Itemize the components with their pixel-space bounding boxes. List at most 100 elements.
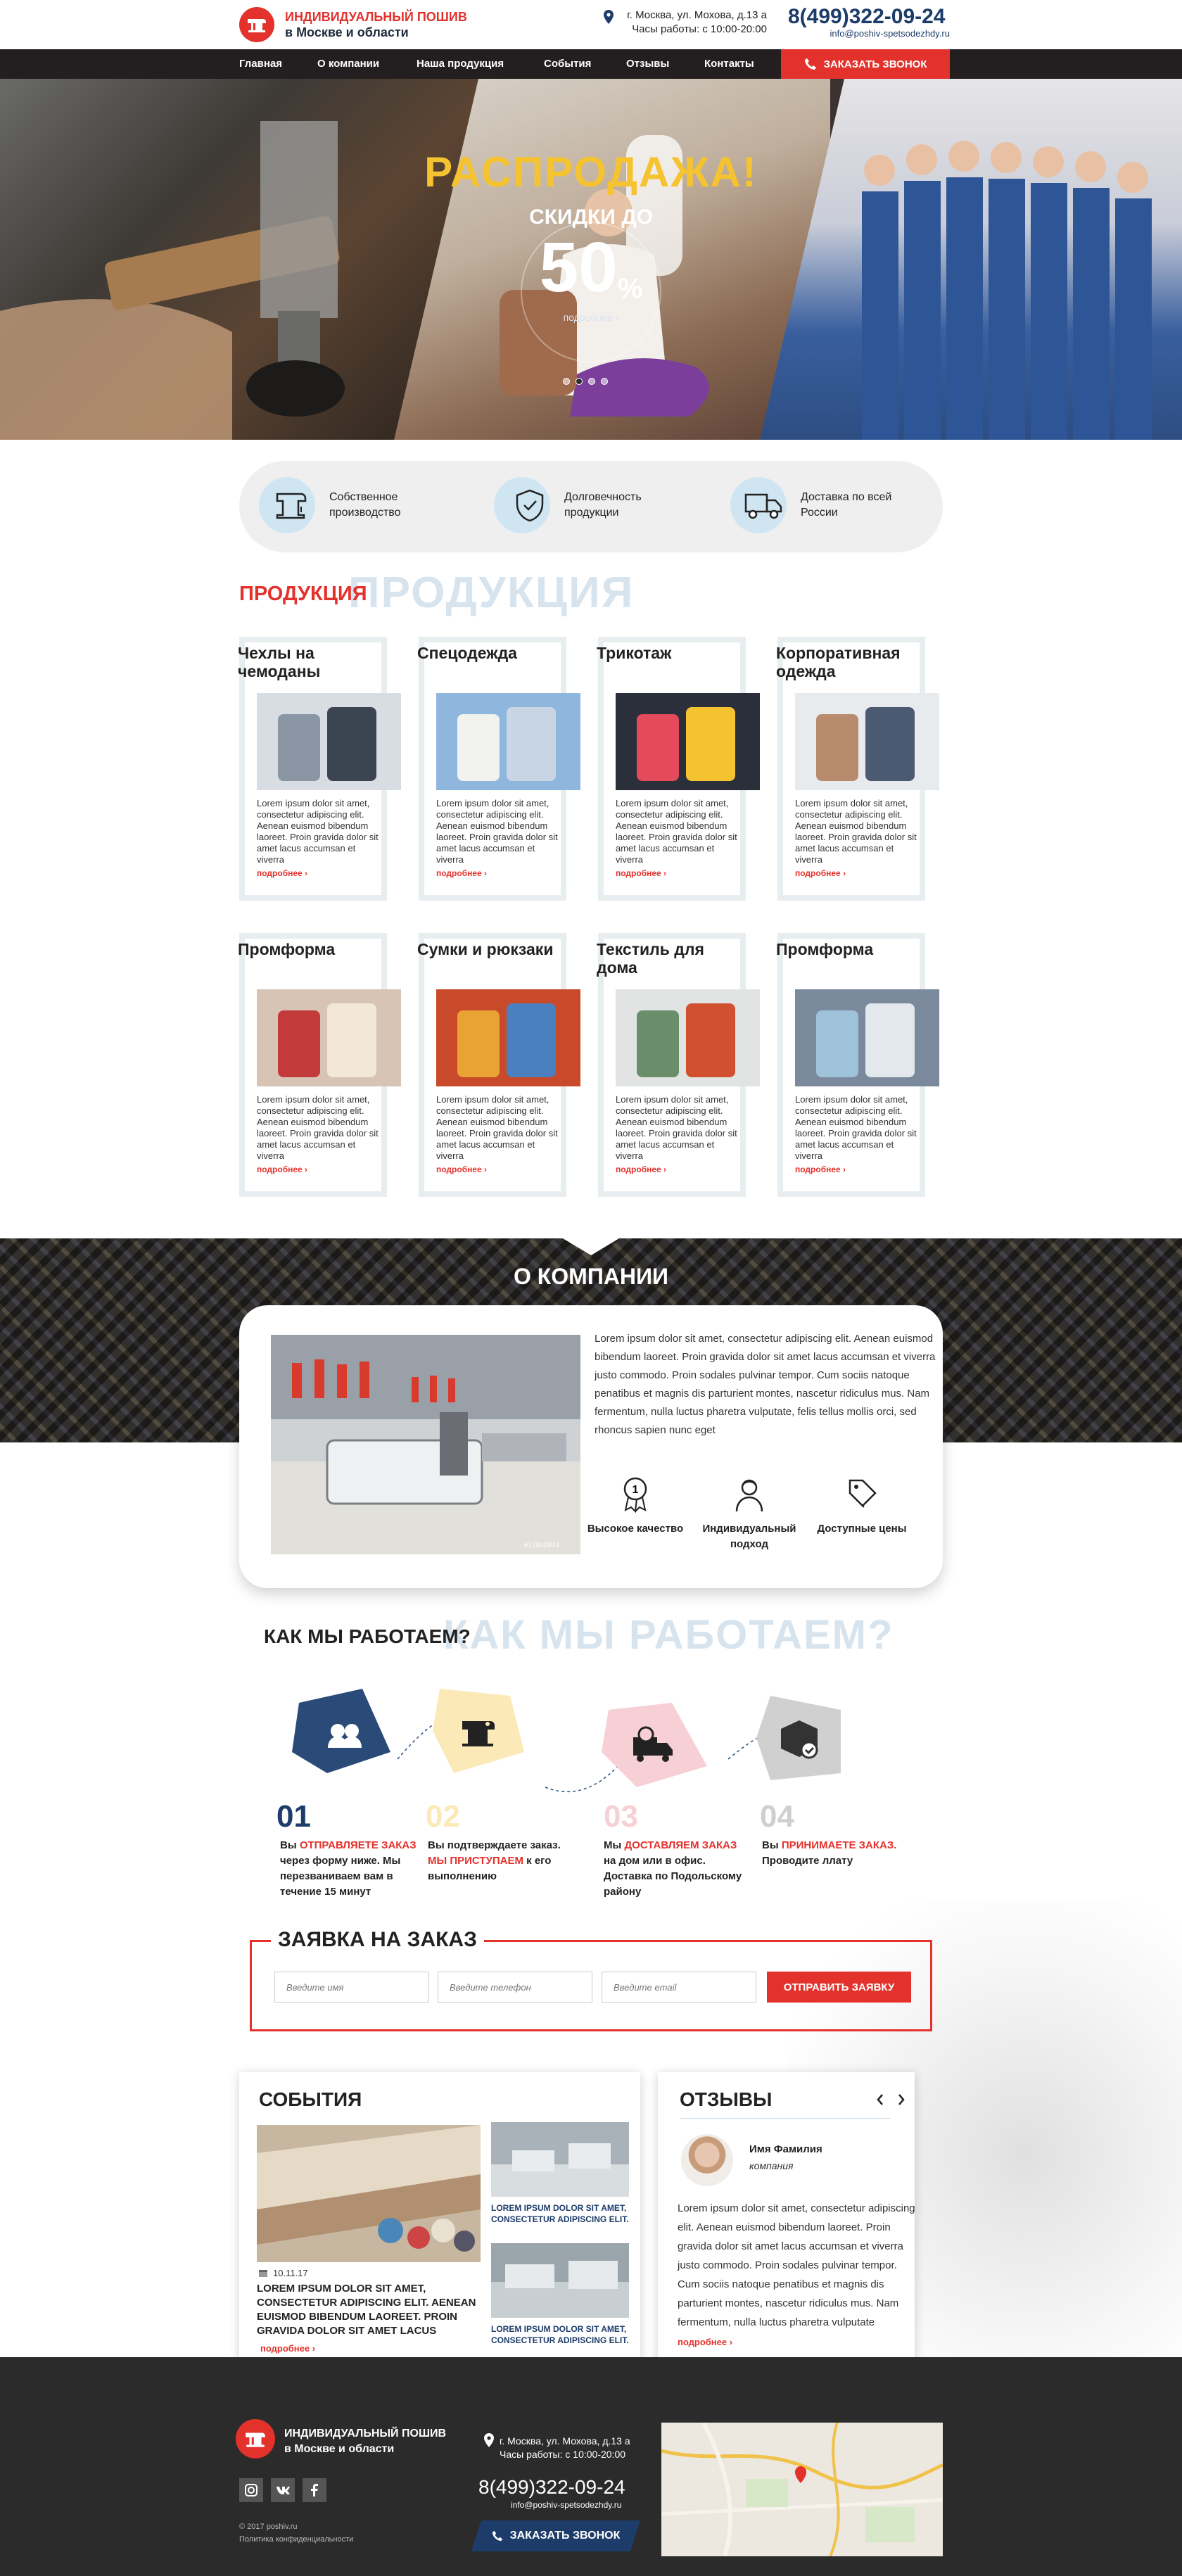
product-image[interactable] [795,989,939,1086]
slider-dot[interactable] [588,378,595,385]
product-card[interactable]: Спецодежда Lorem ipsum dolor sit amet, co… [417,637,580,904]
product-description: Lorem ipsum dolor sit amet, consectetur … [257,798,379,865]
product-title[interactable]: Текстиль для дома [597,940,748,977]
call-back-button[interactable]: ЗАКАЗАТЬ ЗВОНОК [781,49,950,79]
logo-text[interactable]: ИНДИВИДУАЛЬНЫЙ ПОШИВ в Москве и области [285,9,467,40]
medal-icon: 1 [623,1477,647,1513]
product-title[interactable]: Трикотаж [597,644,748,662]
product-image[interactable] [616,989,760,1086]
feature-text: Долговечность продукции [564,491,642,519]
product-card[interactable]: Сумки и рюкзаки Lorem ipsum dolor sit ame… [417,933,580,1200]
about-title: О КОМПАНИИ [513,1264,669,1289]
product-more-link[interactable]: подробнее › [795,1165,846,1174]
phone-input[interactable] [438,1972,592,2003]
header-email[interactable]: info@poshiv-spetsodezhdy.ru [788,28,951,39]
reviewer-name: Имя Фамилия [749,2143,822,2155]
slider-dot[interactable] [563,378,570,385]
email-input[interactable] [602,1972,756,2003]
privacy-policy-link[interactable]: Политика конфиденциальности [239,2535,353,2544]
nav-item-about[interactable]: О компании [317,49,379,79]
slider-dot[interactable] [601,378,608,385]
logo-sewing-machine-icon[interactable] [239,7,274,42]
footer-address: г. Москва, ул. Мохова, д.13 а [500,2435,630,2447]
features-bar: Собственное производство Долговечность п… [239,461,943,552]
map[interactable] [661,2423,943,2556]
product-description: Lorem ipsum dolor sit amet, consectetur … [436,1094,558,1161]
phone-icon [492,2530,503,2542]
product-card[interactable]: Корпоративная одежда Lorem ipsum dolor si… [776,637,939,904]
product-more-link[interactable]: подробнее › [795,868,846,878]
product-more-link[interactable]: подробнее › [257,1165,307,1174]
product-description: Lorem ipsum dolor sit amet, consectetur … [436,798,558,865]
main-nav: Главная О компании Наша продукция Событи… [0,49,1182,79]
product-more-link[interactable]: подробнее › [616,1165,666,1174]
hero-more-link[interactable]: подробнее › [0,312,1182,323]
call-back-label: ЗАКАЗАТЬ ЗВОНОК [823,58,927,70]
event-small-text[interactable]: LOREM IPSUM DOLOR SIT AMET, CONSECTETUR … [491,2202,632,2225]
event-image-small[interactable] [491,2243,629,2318]
header-address-block: г. Москва, ул. Мохова, д.13 а Часы работ… [619,8,767,37]
product-title[interactable]: Чехлы на чемоданы [238,644,389,680]
product-card[interactable]: Промформа Lorem ipsum dolor sit amet, con… [238,933,401,1200]
product-card[interactable]: Трикотаж Lorem ipsum dolor sit amet, cons… [597,637,760,904]
header-hours: Часы работы: с 10:00-20:00 [632,23,767,35]
nav-item-contacts[interactable]: Контакты [704,49,754,79]
nav-item-reviews[interactable]: Отзывы [626,49,669,79]
footer-logo-line1: ИНДИВИДУАЛЬНЫЙ ПОШИВ [284,2428,447,2439]
header-phone[interactable]: 8(499)322-09-24 [788,6,946,28]
event-more-link[interactable]: подробнее › [260,2343,315,2354]
product-description: Lorem ipsum dolor sit amet, consectetur … [616,798,737,865]
product-card[interactable]: Промформа Lorem ipsum dolor sit amet, con… [776,933,939,1200]
footer-phone[interactable]: 8(499)322-09-24 [478,2477,625,2498]
slider-dot-active[interactable] [576,378,583,385]
event-small-text[interactable]: LOREM IPSUM DOLOR SIT AMET, CONSECTETUR … [491,2323,632,2346]
reviews-divider [680,2118,891,2119]
review-text: Lorem ipsum dolor sit amet, consectetur … [678,2202,915,2328]
page: ИНДИВИДУАЛЬНЫЙ ПОШИВ в Москве и области … [0,0,1182,2576]
product-card[interactable]: Чехлы на чемоданы Lorem ipsum dolor sit a… [238,637,401,904]
step-number: 03 [604,1799,638,1834]
footer-logo-text[interactable]: ИНДИВИДУАЛЬНЫЙ ПОШИВ в Москве и области [284,2426,446,2457]
copyright: © 2017 poshiv.ru [239,2523,298,2531]
logo-line2: в Москве и области [285,25,409,39]
footer-call-back-button[interactable]: ЗАКАЗАТЬ ЗВОНОК [471,2520,640,2551]
product-card[interactable]: Текстиль для дома Lorem ipsum dolor sit a… [597,933,760,1200]
product-image[interactable] [257,989,401,1086]
product-image[interactable] [616,693,760,790]
product-title[interactable]: Промформа [776,940,927,958]
nav-item-home[interactable]: Главная [239,49,282,79]
product-image[interactable] [436,989,580,1086]
product-title[interactable]: Сумки и рюкзаки [417,940,568,958]
review-more-link[interactable]: подробнее › [678,2337,732,2347]
advantage-label: Высокое качество [587,1523,684,1535]
event-text[interactable]: LOREM IPSUM DOLOR SIT AMET, CONSECTETUR … [257,2282,482,2338]
product-image[interactable] [436,693,580,790]
vk-icon[interactable] [271,2478,295,2502]
chevron-right-icon[interactable] [897,2093,905,2106]
submit-order-button[interactable]: ОТПРАВИТЬ ЗАЯВКУ [767,1972,911,2003]
event-image-small[interactable] [491,2122,629,2197]
feature-text: Собственное производство [329,491,401,519]
nav-item-products[interactable]: Наша продукция [417,49,504,79]
product-title[interactable]: Спецодежда [417,644,568,662]
product-more-link[interactable]: подробнее › [436,1165,487,1174]
feature-item: Доставка по всей России [730,477,899,533]
nav-item-events[interactable]: События [544,49,591,79]
name-input[interactable] [274,1972,429,2003]
chevron-left-icon[interactable] [876,2093,884,2106]
product-more-link[interactable]: подробнее › [257,868,307,878]
product-more-link[interactable]: подробнее › [616,868,666,878]
event-image-fabrics[interactable] [257,2125,481,2262]
advantage-label: Доступные цены [817,1523,907,1535]
product-title[interactable]: Корпоративная одежда [776,644,927,680]
product-image[interactable] [795,693,939,790]
footer-logo-icon[interactable] [236,2419,275,2458]
products-title: ПРОДУКЦИЯ [239,583,367,605]
product-image[interactable] [257,693,401,790]
footer-logo-line2: в Москве и области [284,2443,395,2455]
product-title[interactable]: Промформа [238,940,389,958]
footer-email[interactable]: info@poshiv-spetsodezhdy.ru [511,2500,621,2510]
product-more-link[interactable]: подробнее › [436,868,487,878]
facebook-icon[interactable] [303,2478,326,2502]
instagram-icon[interactable] [239,2478,263,2502]
